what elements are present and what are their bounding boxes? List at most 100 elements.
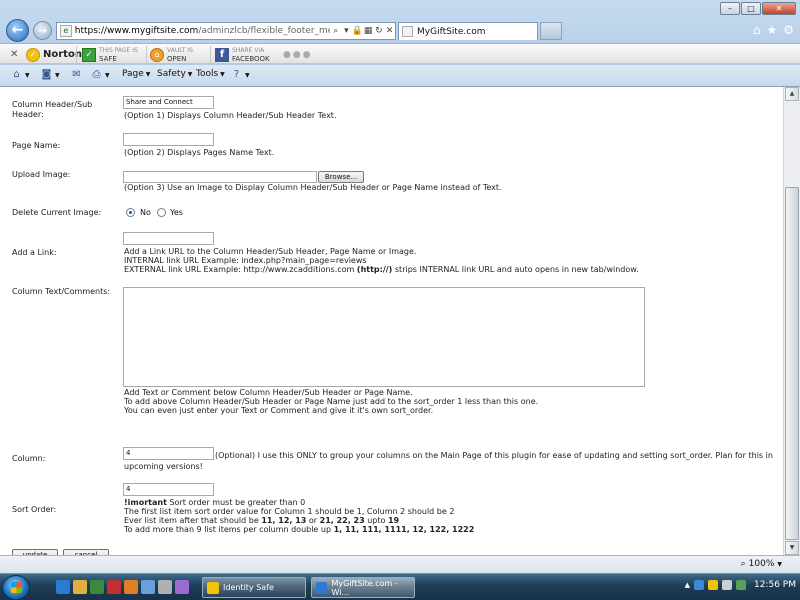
new-tab-button[interactable]: [540, 22, 562, 40]
link-desc-3: EXTERNAL link URL Example: http://www.zc…: [124, 265, 639, 275]
print-icon: ⎙: [92, 69, 101, 80]
scroll-down-icon[interactable]: ▼: [785, 541, 799, 555]
delete-yes-radio[interactable]: [157, 208, 166, 217]
page-menu[interactable]: Page ▼: [122, 69, 150, 79]
address-bar[interactable]: e https://www.mygiftsite.com/adminzlcb/f…: [56, 22, 396, 40]
settings-gear-icon[interactable]: ⚙: [783, 23, 794, 37]
tools-menu[interactable]: Tools ▼: [196, 69, 225, 79]
back-button[interactable]: ←: [6, 19, 29, 42]
network-icon[interactable]: [694, 580, 704, 590]
feeds-menu[interactable]: ◙ ▼: [40, 69, 60, 81]
sort-order-label: Sort Order:: [12, 505, 57, 514]
scroll-up-icon[interactable]: ▲: [785, 87, 799, 101]
app2-quicklaunch-icon[interactable]: [141, 580, 155, 594]
site-favicon-icon: e: [60, 25, 72, 37]
link-desc-3a: EXTERNAL link URL Example: http://www.zc…: [124, 265, 355, 274]
sort-order-input[interactable]: 4: [123, 483, 214, 496]
header-desc: (Option 1) Displays Column Header/Sub He…: [124, 111, 337, 120]
text-desc-3: You can even just enter your Text or Com…: [124, 406, 434, 415]
page-name-input[interactable]: [123, 133, 214, 146]
ie-quicklaunch-icon[interactable]: [56, 580, 70, 594]
tray-expand-icon[interactable]: ▲: [685, 581, 690, 589]
status-bar: ⌕ 100% ▼: [0, 555, 800, 573]
facebook-icon: f: [215, 47, 229, 62]
column-input[interactable]: 4: [123, 447, 214, 460]
app3-quicklaunch-icon[interactable]: [158, 580, 172, 594]
favorites-star-icon[interactable]: ★: [766, 23, 777, 37]
chevron-down-icon: ▼: [187, 70, 193, 78]
header-input[interactable]: Share and Connect: [123, 96, 214, 109]
link-input[interactable]: [123, 232, 214, 245]
page-content: Column Header/Sub Header: Share and Conn…: [0, 87, 783, 555]
home-menu[interactable]: ⌂ ▼: [10, 69, 29, 81]
upload-file-input[interactable]: [123, 171, 317, 183]
zoom-control[interactable]: ⌕ 100% ▼: [741, 559, 782, 569]
search-icon[interactable]: ⌕: [330, 26, 341, 36]
delete-image-label: Delete Current Image:: [12, 208, 102, 217]
start-button[interactable]: [2, 575, 30, 600]
app4-quicklaunch-icon[interactable]: [175, 580, 189, 594]
sort-important: !imortant: [124, 498, 167, 507]
sort-desc-3b: 11, 12, 13: [261, 516, 307, 525]
page-name-desc: (Option 2) Displays Pages Name Text.: [124, 148, 275, 157]
help-menu[interactable]: ? ▼: [230, 69, 250, 81]
task-browser[interactable]: MyGiftSite.com - Wi...: [311, 577, 415, 598]
windows-logo-icon: [11, 582, 22, 593]
share-top-text: SHARE VIA: [232, 46, 265, 54]
print-menu[interactable]: ⎙ ▼: [90, 69, 110, 81]
tab-favicon-icon: [402, 26, 413, 37]
vault-indicator[interactable]: ⌂ VAULT IS OPEN: [150, 46, 193, 63]
rss-icon: ◙: [41, 69, 52, 80]
text-comments-textarea[interactable]: [123, 287, 645, 387]
explorer-quicklaunch-icon[interactable]: [73, 580, 87, 594]
browse-button[interactable]: Browse...: [318, 171, 364, 183]
text-label: Column Text/Comments:: [12, 287, 111, 296]
norton-logo[interactable]: ✓ Norton: [26, 46, 82, 63]
address-url[interactable]: https://www.mygiftsite.com/adminzlcb/fle…: [75, 26, 331, 36]
share-facebook-button[interactable]: f SHARE VIA FACEBOOK: [215, 46, 270, 63]
scroll-thumb[interactable]: [785, 187, 799, 540]
forward-button[interactable]: →: [33, 21, 52, 40]
safety-menu[interactable]: Safety ▼: [157, 69, 192, 79]
more-options-icon[interactable]: ●●●: [283, 46, 313, 63]
maximize-button[interactable]: □: [741, 2, 761, 15]
compatibility-icon[interactable]: ▦: [363, 26, 374, 36]
lock-icon[interactable]: 🔒: [352, 26, 363, 36]
upload-label: Upload Image:: [12, 170, 71, 179]
browser-right-icons: ⌂ ★ ⚙: [753, 23, 794, 37]
media-quicklaunch-icon[interactable]: [90, 580, 104, 594]
delete-no-label: No: [140, 208, 151, 217]
vertical-scrollbar[interactable]: ▲ ▼: [783, 87, 800, 555]
norton-close-icon[interactable]: ✕: [10, 46, 18, 63]
column-label: Column:: [12, 454, 46, 463]
clock[interactable]: 12:56 PM: [754, 580, 796, 590]
column-desc-1: (Optional) I use this ONLY to group your…: [215, 451, 773, 460]
safe-bottom-text: SAFE: [99, 54, 117, 63]
firefox-quicklaunch-icon[interactable]: [124, 580, 138, 594]
url-domain: https://www.mygiftsite.com: [74, 26, 199, 36]
link-desc-3b: (http://): [356, 265, 393, 274]
zoom-level: 100%: [748, 559, 775, 569]
close-window-button[interactable]: ✕: [762, 2, 796, 15]
stop-icon[interactable]: ✕: [384, 26, 395, 36]
home-icon[interactable]: ⌂: [753, 23, 761, 37]
sort-desc-4: To add more than 9 list items per column…: [124, 525, 474, 535]
sort-desc-3a: Ever list item after that should be: [124, 516, 259, 525]
page-safe-indicator[interactable]: ✓ THIS PAGE IS SAFE: [82, 46, 138, 63]
delete-no-radio[interactable]: [126, 208, 135, 217]
power-icon[interactable]: [736, 580, 746, 590]
norton-icon: [207, 581, 219, 594]
norton-tray-icon[interactable]: [708, 580, 718, 590]
chevron-down-icon: ▼: [777, 560, 782, 568]
mail-button[interactable]: ✉: [70, 69, 83, 81]
refresh-icon[interactable]: ↻: [374, 26, 385, 36]
chevron-down-icon: ▼: [105, 71, 110, 79]
page-menu-label: Page: [122, 69, 144, 79]
task-identity-safe[interactable]: Identity Safe: [202, 577, 306, 598]
dropdown-icon[interactable]: ▾: [341, 26, 352, 36]
volume-icon[interactable]: [722, 580, 732, 590]
chevron-down-icon: ▼: [55, 71, 60, 79]
minimize-button[interactable]: –: [720, 2, 740, 15]
app-quicklaunch-icon[interactable]: [107, 580, 121, 594]
tab-mygiftsite[interactable]: MyGiftSite.com: [398, 22, 538, 40]
